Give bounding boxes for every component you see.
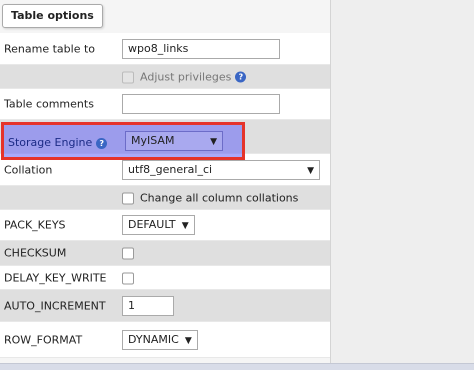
row-adjust-privileges: Adjust privileges?: [0, 65, 330, 89]
row-checksum: CHECKSUM: [0, 241, 330, 266]
row-change-collations: Change all column collations: [0, 186, 330, 210]
pack-keys-value: DEFAULT: [128, 218, 176, 231]
adjust-privileges-label: Adjust privileges: [140, 70, 232, 83]
table-options-panel: Table options Rename table to Adjust pri…: [0, 0, 331, 370]
table-comments-label: Table comments: [4, 97, 94, 111]
storage-engine-label-text: Storage Engine: [8, 136, 93, 149]
delay-key-write-checkbox[interactable]: [122, 272, 134, 284]
rename-label: Rename table to: [4, 42, 96, 55]
help-icon[interactable]: ?: [235, 71, 247, 83]
adjust-privileges-checkbox[interactable]: [122, 71, 134, 83]
adjust-privileges-control: Adjust privileges?: [122, 70, 247, 83]
pack-keys-label: PACK_KEYS: [4, 218, 66, 232]
rename-input[interactable]: [122, 38, 280, 59]
collation-value: utf8_general_ci: [128, 162, 213, 176]
checksum-checkbox[interactable]: [122, 247, 134, 260]
row-pack-keys: PACK_KEYS DEFAULT ▼: [0, 210, 330, 241]
auto-increment-label: AUTO_INCREMENT: [4, 299, 106, 312]
row-format-label: ROW_FORMAT: [4, 333, 83, 346]
delay-key-write-control: [122, 271, 140, 284]
chevron-down-icon: ▼: [210, 137, 217, 147]
storage-engine-highlight: Storage Engine? MyISAM ▼: [1, 122, 245, 160]
chevron-down-icon: ▼: [184, 335, 192, 346]
row-row-format: ROW_FORMAT DYNAMIC ▼: [0, 322, 330, 358]
auto-increment-input[interactable]: [122, 295, 174, 316]
row-rename: Rename table to: [0, 33, 330, 65]
table-comments-input[interactable]: [122, 94, 280, 114]
change-collations-checkbox[interactable]: [122, 192, 134, 204]
checksum-control: [122, 247, 140, 260]
storage-engine-value: MyISAM: [131, 134, 175, 147]
row-format-value: DYNAMIC: [128, 332, 179, 346]
options-table: Rename table to Adjust privileges? Table…: [0, 33, 330, 358]
chevron-down-icon: ▼: [307, 165, 314, 176]
delay-key-write-label: DELAY_KEY_WRITE: [4, 271, 107, 284]
collation-label: Collation: [4, 163, 53, 176]
change-collations-label: Change all column collations: [140, 191, 299, 204]
storage-engine-select[interactable]: MyISAM ▼: [125, 131, 223, 151]
collation-select[interactable]: utf8_general_ci ▼: [122, 159, 320, 180]
storage-engine-label: Storage Engine?: [8, 136, 108, 149]
row-table-comments: Table comments: [0, 89, 330, 120]
help-icon[interactable]: ?: [96, 137, 108, 149]
checksum-label: CHECKSUM: [4, 246, 67, 260]
table-options-legend: Table options: [2, 4, 103, 28]
bottom-scroll-bar: [0, 363, 474, 370]
chevron-down-icon: ▼: [181, 221, 189, 231]
row-auto-increment: AUTO_INCREMENT: [0, 290, 330, 322]
row-format-select[interactable]: DYNAMIC ▼: [122, 329, 198, 350]
pack-keys-select[interactable]: DEFAULT ▼: [122, 215, 195, 235]
change-collations-control: Change all column collations: [122, 191, 298, 204]
row-delay-key-write: DELAY_KEY_WRITE: [0, 266, 330, 290]
